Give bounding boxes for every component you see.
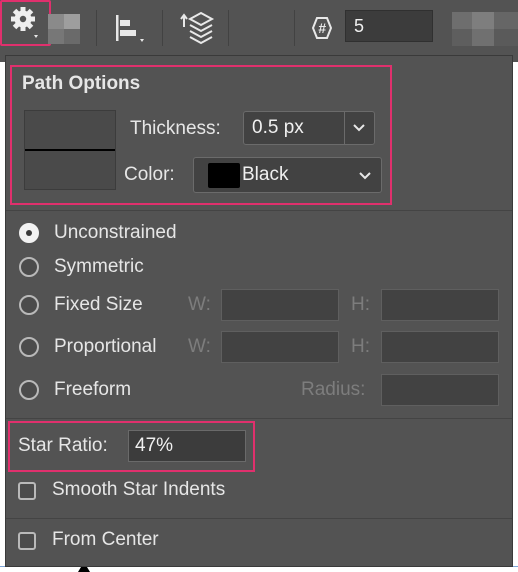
fixed-height-input[interactable] bbox=[381, 289, 499, 321]
star-ratio-label: Star Ratio: bbox=[18, 435, 108, 456]
path-options-title: Path Options bbox=[22, 73, 141, 94]
blurred-icon bbox=[452, 12, 518, 46]
color-swatch bbox=[208, 163, 240, 188]
thickness-value: 0.5 px bbox=[252, 117, 304, 138]
path-options-gear-button[interactable] bbox=[0, 0, 51, 46]
radio-button[interactable] bbox=[19, 223, 39, 243]
arrange-layers-icon bbox=[180, 11, 215, 45]
radio-button[interactable] bbox=[19, 257, 39, 277]
from-center-label: From Center bbox=[52, 529, 159, 550]
proportional-height-input[interactable] bbox=[381, 331, 499, 363]
number-of-sides-input[interactable]: 5 bbox=[345, 10, 433, 42]
hash-icon: # bbox=[311, 17, 333, 39]
radius-label: Radius: bbox=[301, 379, 366, 400]
star-ratio-input[interactable]: 47% bbox=[128, 430, 246, 462]
align-icon bbox=[116, 15, 144, 42]
fixed-height-label: H: bbox=[351, 294, 370, 315]
svg-text:#: # bbox=[318, 20, 326, 36]
stroke-preview bbox=[24, 110, 116, 190]
path-arrangement-button[interactable] bbox=[172, 7, 220, 49]
chevron-down-icon bbox=[359, 172, 371, 180]
section-divider bbox=[6, 518, 512, 519]
fixed-width-label: W: bbox=[188, 294, 211, 315]
radio-button[interactable] bbox=[19, 380, 39, 400]
radio-label: Unconstrained bbox=[54, 222, 177, 243]
star-ratio-value: 47% bbox=[135, 435, 174, 456]
color-dropdown[interactable]: Black bbox=[193, 157, 382, 193]
radio-label: Proportional bbox=[54, 336, 157, 357]
chevron-down-icon bbox=[353, 124, 365, 132]
radio-label: Freeform bbox=[54, 379, 132, 400]
proportional-width-label: W: bbox=[188, 336, 211, 357]
proportional-width-input[interactable] bbox=[221, 331, 339, 363]
proportional-height-label: H: bbox=[351, 336, 370, 357]
from-center-checkbox[interactable] bbox=[18, 532, 36, 550]
thickness-label: Thickness: bbox=[130, 118, 221, 139]
options-toolbar: # 5 bbox=[0, 0, 518, 62]
radio-label: Symmetric bbox=[54, 256, 144, 277]
number-of-sides-label: # bbox=[302, 7, 342, 49]
smooth-star-indents-checkbox[interactable] bbox=[18, 482, 36, 500]
radius-input[interactable] bbox=[381, 374, 499, 406]
blurred-icon bbox=[48, 14, 80, 44]
gear-icon bbox=[11, 7, 38, 38]
thickness-dropdown[interactable]: 0.5 px bbox=[243, 111, 375, 145]
radio-label: Fixed Size bbox=[54, 294, 143, 315]
section-divider bbox=[6, 210, 512, 211]
section-divider bbox=[6, 418, 512, 419]
color-value: Black bbox=[242, 164, 289, 185]
color-label: Color: bbox=[124, 164, 175, 185]
radio-button[interactable] bbox=[19, 295, 39, 315]
smooth-star-indents-label: Smooth Star Indents bbox=[52, 479, 226, 500]
radio-button[interactable] bbox=[19, 337, 39, 357]
fixed-width-input[interactable] bbox=[221, 289, 339, 321]
path-alignment-button[interactable] bbox=[108, 7, 152, 49]
